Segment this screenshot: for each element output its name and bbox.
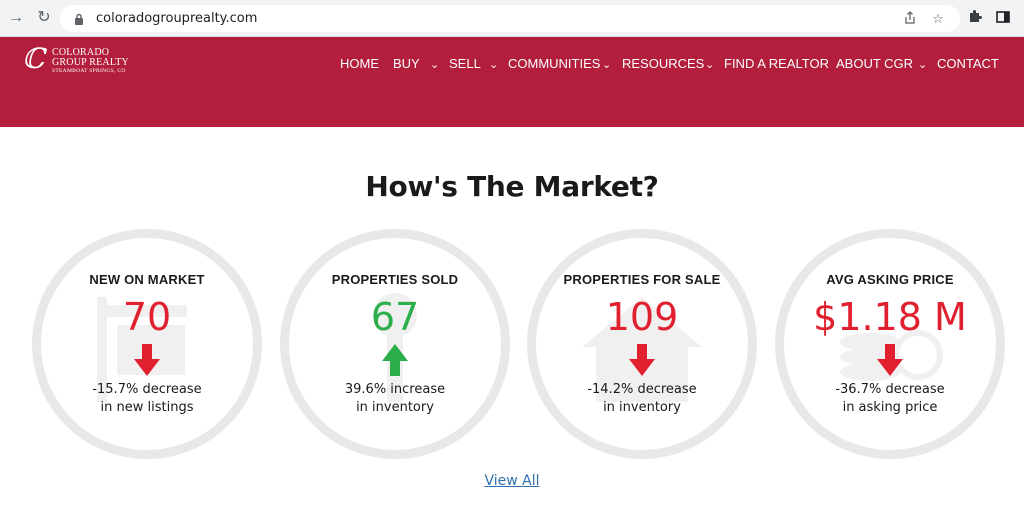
nav-resources[interactable]: RESOURCES [622, 56, 704, 72]
view-all-link[interactable]: View All [0, 473, 1024, 489]
extensions-icon[interactable] [966, 9, 984, 27]
stat-properties-sold: PROPERTIES SOLD 67 39.6% increase in inv… [280, 229, 510, 459]
stat-change: 39.6% increase [344, 382, 446, 397]
resources-chevron-down-icon[interactable]: ⌄ [705, 57, 714, 73]
communities-chevron-down-icon[interactable]: ⌄ [602, 57, 611, 73]
stat-change-context: in inventory [356, 400, 434, 415]
stat-change: -36.7% decrease [835, 382, 945, 397]
stat-change: -15.7% decrease [92, 382, 202, 397]
stat-change: -14.2% decrease [587, 382, 697, 397]
nav-sell[interactable]: SELL [449, 56, 481, 72]
nav-buy[interactable]: BUY [393, 56, 420, 72]
stat-value: 70 [122, 295, 172, 339]
share-icon[interactable] [902, 11, 918, 27]
stat-label: NEW ON MARKET [89, 272, 205, 287]
arrow-down-icon [134, 344, 160, 376]
address-bar[interactable]: coloradogrouprealty.com ☆ [60, 5, 960, 32]
stat-new-on-market: NEW ON MARKET 70 -15.7% decrease in new … [32, 229, 262, 459]
stat-change-context: in inventory [603, 400, 681, 415]
arrow-down-icon [629, 344, 655, 376]
nav-about[interactable]: ABOUT CGR [836, 56, 913, 72]
section-title: How's The Market? [365, 170, 659, 203]
stat-change-context: in new listings [100, 400, 194, 415]
arrow-up-icon [382, 344, 408, 376]
nav-contact[interactable]: CONTACT [937, 56, 999, 72]
nav-communities[interactable]: COMMUNITIES [508, 56, 600, 72]
site-header: ℂ COLORADO GROUP REALTY STEAMBOAT SPRING… [0, 37, 1024, 127]
sell-chevron-down-icon[interactable]: ⌄ [489, 57, 498, 73]
stat-avg-asking-price: AVG ASKING PRICE $1.18 M -36.7% decrease… [775, 229, 1005, 459]
about-chevron-down-icon[interactable]: ⌄ [918, 57, 927, 73]
stat-label: AVG ASKING PRICE [826, 272, 954, 287]
stat-label: PROPERTIES SOLD [331, 272, 459, 287]
star-icon[interactable]: ☆ [930, 11, 946, 27]
stat-value: 109 [605, 295, 679, 339]
url-text[interactable]: coloradogrouprealty.com [96, 11, 257, 26]
stat-value: $1.18 M [813, 295, 967, 339]
lock-icon[interactable] [74, 12, 84, 30]
nav-home[interactable]: HOME [340, 56, 379, 72]
main-nav: HOME BUY ⌄ SELL ⌄ COMMUNITIES ⌄ RESOURCE… [0, 56, 1024, 76]
stat-properties-for-sale: PROPERTIES FOR SALE 109 -14.2% decrease … [527, 229, 757, 459]
reload-icon[interactable]: ↻ [34, 8, 54, 28]
browser-toolbar: → ↻ coloradogrouprealty.com ☆ [0, 0, 1024, 37]
back-arrow-icon[interactable]: → [6, 8, 26, 28]
nav-find-realtor[interactable]: FIND A REALTOR [724, 56, 829, 72]
stat-change-context: in asking price [842, 400, 938, 415]
sidebar-icon[interactable] [994, 9, 1012, 27]
stat-label: PROPERTIES FOR SALE [563, 272, 721, 287]
stat-value: 67 [370, 295, 420, 339]
buy-chevron-down-icon[interactable]: ⌄ [430, 57, 439, 73]
arrow-down-icon [877, 344, 903, 376]
